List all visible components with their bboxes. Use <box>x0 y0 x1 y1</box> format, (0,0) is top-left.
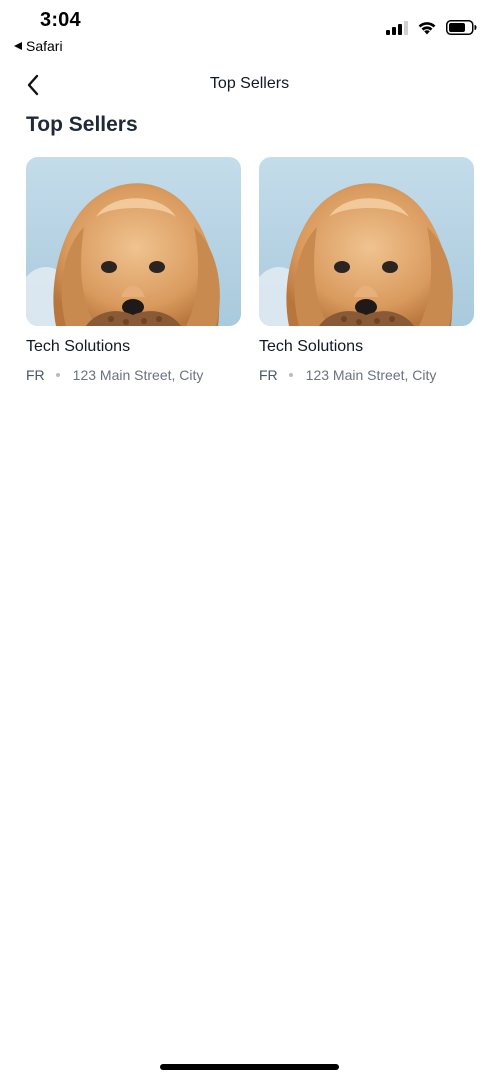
seller-photo <box>26 157 241 326</box>
battery-icon <box>446 20 477 35</box>
sellers-grid: Tech Solutions FR 123 Main Street, City <box>26 157 474 383</box>
home-indicator[interactable] <box>160 1064 339 1070</box>
separator-dot <box>288 373 293 377</box>
status-icons <box>386 20 477 35</box>
nav-title: Top Sellers <box>209 75 290 92</box>
seller-name: Tech Solutions <box>26 338 131 355</box>
seller-photo <box>259 157 474 326</box>
seller-meta: FR 123 Main Street, City <box>26 367 241 383</box>
navigation-bar: Top Sellers <box>0 62 499 108</box>
seller-card[interactable]: Tech Solutions FR 123 Main Street, City <box>259 157 474 383</box>
seller-name: Tech Solutions <box>259 338 364 355</box>
status-bar: 3:04 Safari <box>0 0 499 58</box>
wifi-icon <box>418 22 436 35</box>
back-to-app-label: Safari <box>26 38 63 54</box>
back-triangle-icon <box>14 42 22 50</box>
seller-country: FR <box>26 367 45 383</box>
seller-card[interactable]: Tech Solutions FR 123 Main Street, City <box>26 157 241 383</box>
screen: 3:04 Safari Top Sellers Top Sellers Tech… <box>0 0 499 1080</box>
page-title: Top Sellers <box>26 113 138 136</box>
status-time: 3:04 <box>40 9 81 31</box>
seller-country: FR <box>259 367 278 383</box>
cellular-signal-icon <box>386 20 408 35</box>
seller-meta: FR 123 Main Street, City <box>259 367 474 383</box>
seller-address: 123 Main Street, City <box>72 367 204 383</box>
separator-dot <box>55 373 60 377</box>
seller-address: 123 Main Street, City <box>305 367 437 383</box>
back-to-app-link[interactable]: Safari <box>14 38 63 54</box>
